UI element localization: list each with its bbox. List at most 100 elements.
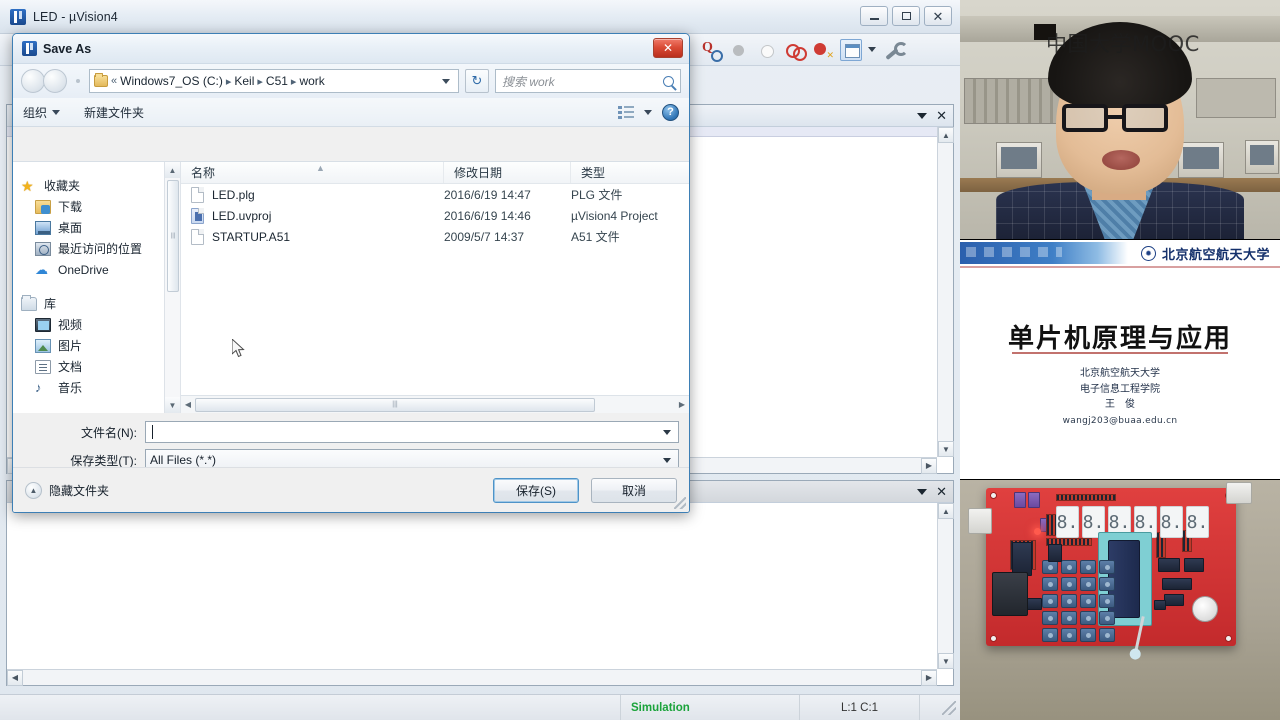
breadcrumb-back-chevron[interactable]: « (111, 75, 117, 87)
slide-affiliation-1: 北京航空航天大学 (1080, 368, 1160, 379)
keypad-button (1099, 628, 1115, 642)
breakpoints-icon[interactable] (784, 39, 807, 61)
monitor-right (1178, 142, 1224, 178)
sidebar-scroll-up-icon[interactable]: ▲ (164, 162, 180, 178)
file-list-scroll-left-icon[interactable]: ◀ (181, 397, 195, 413)
view-mode-chevron-down-icon[interactable] (644, 109, 652, 115)
output-scroll-up-icon[interactable]: ▲ (938, 503, 954, 519)
buzzer (1192, 596, 1218, 622)
sidebar-item-libraries[interactable]: 库 (13, 293, 180, 314)
column-header-date[interactable]: 修改日期 (444, 162, 571, 183)
scroll-down-icon[interactable]: ▼ (938, 441, 954, 457)
sidebar-item-pictures[interactable]: 图片 (13, 335, 180, 356)
search-input[interactable]: 搜索 work (502, 73, 663, 90)
new-folder-button[interactable]: 新建文件夹 (84, 104, 144, 121)
breakpoint-disabled-icon[interactable] (728, 39, 750, 61)
panel-close-icon[interactable]: ✕ (936, 109, 947, 122)
sidebar-item-videos[interactable]: 视频 (13, 314, 180, 335)
breadcrumb-segment-c51[interactable]: C51 (266, 74, 288, 88)
help-icon[interactable]: ? (662, 103, 679, 121)
filetype-label: 保存类型(T): (70, 453, 137, 468)
maximize-button[interactable] (892, 6, 920, 26)
table-row[interactable]: LED.uvproj 2016/6/19 14:46 µVision4 Proj… (181, 205, 689, 226)
file-list-horizontal-scrollbar[interactable]: ◀ ||| ▶ (181, 395, 689, 413)
slide-email: wangj203@buaa.edu.cn (1062, 415, 1178, 426)
resize-grip-icon[interactable] (942, 700, 956, 715)
back-button[interactable] (21, 69, 45, 93)
organize-button[interactable]: 组织 (23, 104, 61, 121)
glasses-right-lens (1122, 104, 1168, 132)
sidebar-item-label: 视频 (58, 318, 83, 332)
sidebar-item-favorites[interactable]: ★ 收藏夹 (13, 175, 180, 196)
breadcrumb-dropdown-icon[interactable] (442, 78, 450, 84)
table-row[interactable]: LED.plg 2016/6/19 14:47 PLG 文件 (181, 184, 689, 205)
sidebar-item-music[interactable]: ♪ 音乐 (13, 377, 180, 398)
column-header-type[interactable]: 类型 (571, 162, 689, 183)
status-cursor-position: L:1 C:1 (800, 695, 920, 720)
sidebar-scroll-thumb[interactable] (167, 180, 179, 292)
minimize-button[interactable] (860, 6, 888, 26)
sidebar-item-recent-places[interactable]: 最近访问的位置 (13, 238, 180, 259)
editor-vertical-scrollbar[interactable]: ▲ ▼ (937, 127, 954, 457)
matrix-keypad (1042, 560, 1115, 642)
downloads-icon (35, 199, 51, 214)
sidebar-item-onedrive[interactable]: ☁ OneDrive (13, 259, 180, 280)
search-box[interactable]: 搜索 work (495, 69, 681, 93)
file-list-scroll-thumb[interactable]: ||| (195, 397, 595, 412)
breadcrumb-segment-drive[interactable]: Windows7_OS (C:) (120, 74, 223, 88)
output-panel-menu-icon[interactable] (917, 488, 928, 495)
output-scroll-down-icon[interactable]: ▼ (938, 653, 954, 669)
view-mode-icon[interactable] (618, 105, 634, 119)
output-panel-close-icon[interactable]: ✕ (936, 485, 947, 498)
output-horizontal-scrollbar[interactable]: ◀ ▶ (7, 669, 937, 686)
breadcrumb-segment-work[interactable]: work (299, 74, 324, 88)
output-vertical-scrollbar[interactable]: ▲ ▼ (937, 503, 954, 669)
chevron-down-icon (52, 109, 61, 115)
sidebar-scrollbar[interactable]: ▲ ▼ (164, 162, 180, 413)
generic-file-icon (191, 228, 204, 245)
filename-input[interactable] (145, 421, 679, 443)
chevron-down-icon[interactable] (868, 47, 876, 52)
close-button[interactable]: ✕ (924, 6, 952, 26)
uvision-app-icon (10, 8, 26, 25)
breadcrumb[interactable]: « Windows7_OS (C:) ▸ Keil ▸ C51 ▸ work (89, 69, 459, 93)
breadcrumb-segment-keil[interactable]: Keil (234, 74, 254, 88)
dialog-close-button[interactable]: ✕ (653, 38, 683, 58)
output-scroll-right-icon[interactable]: ▶ (921, 669, 937, 686)
keypad-button (1099, 560, 1115, 574)
table-row[interactable]: STARTUP.A51 2009/5/7 14:37 A51 文件 (181, 226, 689, 247)
file-list-scroll-right-icon[interactable]: ▶ (675, 397, 689, 413)
webcam-pane: 中国大学MOOC (960, 0, 1280, 240)
scroll-right-icon[interactable]: ▶ (921, 457, 937, 474)
configure-icon[interactable] (882, 39, 908, 61)
hide-folders-toggle[interactable]: ▲ 隐藏文件夹 (25, 481, 109, 499)
window-list-icon[interactable] (840, 38, 862, 61)
file-date-cell: 2016/6/19 14:47 (444, 187, 531, 202)
column-header-name[interactable]: 名称 (181, 162, 444, 183)
scroll-up-icon[interactable]: ▲ (938, 127, 954, 143)
breakpoint-empty-icon[interactable] (756, 39, 778, 61)
ic-chip-right-3 (1162, 578, 1192, 590)
file-date-cell: 2009/5/7 14:37 (444, 229, 525, 244)
ic-chip-small (1048, 544, 1062, 562)
dialog-footer: ▲ 隐藏文件夹 保存(S) 取消 (13, 467, 689, 512)
sidebar-item-desktop[interactable]: 桌面 (13, 217, 180, 238)
filetype-dropdown-icon[interactable] (663, 457, 671, 463)
webcam-background: 中国大学MOOC (960, 0, 1280, 240)
kill-breakpoints-icon[interactable] (812, 39, 834, 61)
sidebar-item-documents[interactable]: 文档 (13, 356, 180, 377)
refresh-button[interactable]: ↻ (465, 69, 489, 93)
slide-title-underline (1012, 352, 1228, 354)
forward-button[interactable] (43, 69, 67, 93)
sidebar-item-label: 图片 (58, 339, 83, 353)
save-button[interactable]: 保存(S) (493, 477, 579, 503)
filename-dropdown-icon[interactable] (663, 429, 671, 435)
cancel-button[interactable]: 取消 (591, 477, 677, 503)
magnify-icon[interactable] (700, 39, 723, 62)
panel-menu-icon[interactable] (917, 112, 928, 119)
dialog-resize-grip-icon[interactable] (674, 497, 686, 509)
sidebar-scroll-down-icon[interactable]: ▼ (164, 397, 180, 413)
output-scroll-left-icon[interactable]: ◀ (7, 669, 23, 686)
sidebar-item-downloads[interactable]: 下载 (13, 196, 180, 217)
video-column: 中国大学MOOC ✹ 北京航空航天大学 单片机原理与应用 北京航空航天大学 电子… (960, 0, 1280, 720)
